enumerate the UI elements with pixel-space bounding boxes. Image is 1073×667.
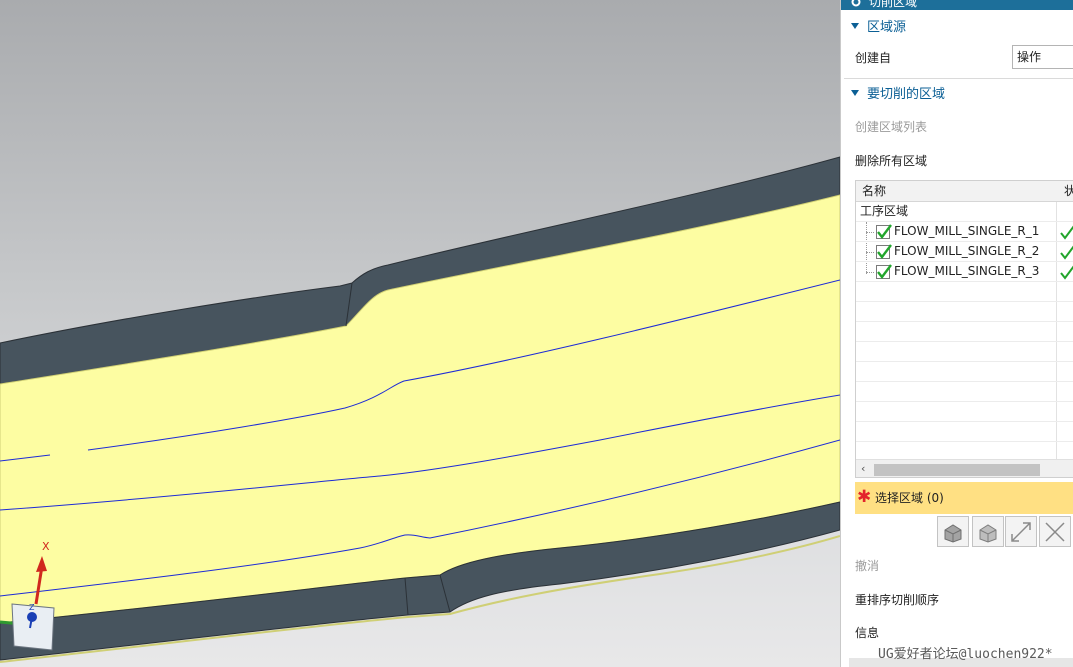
select-region-label: 选择区域 (0) [875, 491, 944, 505]
table-header: 名称 状 [856, 181, 1073, 202]
region-name: FLOW_MILL_SINGLE_R_3 [894, 264, 1040, 278]
info-button[interactable]: 信息 [855, 625, 879, 641]
column-header-state[interactable]: 状 [1064, 184, 1073, 199]
delete-all-regions-button[interactable]: 删除所有区域 [855, 153, 927, 169]
column-header-name[interactable]: 名称 [862, 184, 886, 199]
horizontal-scrollbar[interactable]: ‹ [856, 459, 1073, 477]
create-region-list-button[interactable]: 创建区域列表 [855, 119, 927, 135]
region-block-icon [979, 524, 997, 543]
collapse-triangle-icon [851, 90, 859, 96]
reorder-cut-sequence-button[interactable]: 重排序切削顺序 [855, 592, 939, 608]
triad-z-label: Z [29, 603, 35, 612]
group-regions-to-cut-label: 要切削的区域 [867, 87, 946, 102]
graphics-viewport[interactable]: X Z [0, 0, 840, 667]
tree-connector [866, 252, 874, 253]
table-row-empty [856, 342, 1073, 362]
create-from-label: 创建自 [855, 51, 892, 65]
expand-button[interactable] [1005, 516, 1037, 547]
region-checkbox[interactable] [876, 264, 892, 279]
table-row-empty [856, 362, 1073, 382]
table-row[interactable]: FLOW_MILL_SINGLE_R_3 [856, 262, 1073, 282]
table-row-empty [856, 422, 1073, 442]
group-regions-to-cut-header[interactable]: 要切削的区域 [851, 86, 945, 104]
table-row-empty [856, 322, 1073, 342]
required-star-icon: ✱ [857, 487, 872, 507]
parent-region-label: 工序区域 [860, 204, 909, 218]
scrollbar-thumb[interactable] [874, 464, 1040, 476]
panel-title: 切削区域 [869, 0, 918, 9]
table-row-parent[interactable]: 工序区域 [856, 202, 1073, 222]
triad-x-label: X [42, 540, 50, 553]
check-icon [1060, 245, 1073, 260]
region-table: 名称 状 工序区域 FLOW_MILL_SINGLE_R_1 FLOW_MILL… [855, 180, 1073, 478]
add-region-button[interactable] [937, 516, 969, 547]
tree-connector [866, 232, 874, 233]
panel-title-bar: 切削区域 [841, 0, 1073, 10]
check-icon [1060, 225, 1073, 240]
tree-connector [866, 272, 874, 273]
watermark-text: UG爱好者论坛@luochen922* [878, 647, 1053, 662]
expand-arrows-icon [1011, 522, 1031, 542]
region-block-icon [944, 524, 962, 543]
close-icon [1045, 522, 1065, 542]
create-from-select[interactable]: 操作 [1012, 45, 1073, 69]
cut-region-panel: 切削区域 区域源 创建自 操作 要切削的区域 创建区域列表 删除所有区域 名称 … [840, 0, 1073, 667]
region-name: FLOW_MILL_SINGLE_R_2 [894, 244, 1040, 258]
scroll-left-icon[interactable]: ‹ [861, 462, 865, 475]
divider [844, 78, 1073, 79]
region-checkbox[interactable] [876, 244, 892, 259]
region-checkbox[interactable] [876, 224, 892, 239]
table-row-empty [856, 302, 1073, 322]
gear-icon [851, 0, 861, 7]
table-row[interactable]: FLOW_MILL_SINGLE_R_1 [856, 222, 1073, 242]
table-row-empty [856, 282, 1073, 302]
table-row-empty [856, 402, 1073, 422]
edit-region-button[interactable] [972, 516, 1004, 547]
collapse-triangle-icon [851, 23, 859, 29]
table-row-empty [856, 382, 1073, 402]
group-region-source-label: 区域源 [867, 20, 907, 35]
remove-region-button[interactable] [1039, 516, 1071, 547]
check-icon [1060, 265, 1073, 280]
part-model[interactable] [0, 0, 840, 667]
group-region-source-header[interactable]: 区域源 [851, 19, 906, 37]
select-region-row[interactable]: ✱ 选择区域 (0) [855, 482, 1073, 514]
undo-button[interactable]: 撤消 [855, 558, 879, 574]
region-name: FLOW_MILL_SINGLE_R_1 [894, 224, 1040, 238]
table-row[interactable]: FLOW_MILL_SINGLE_R_2 [856, 242, 1073, 262]
